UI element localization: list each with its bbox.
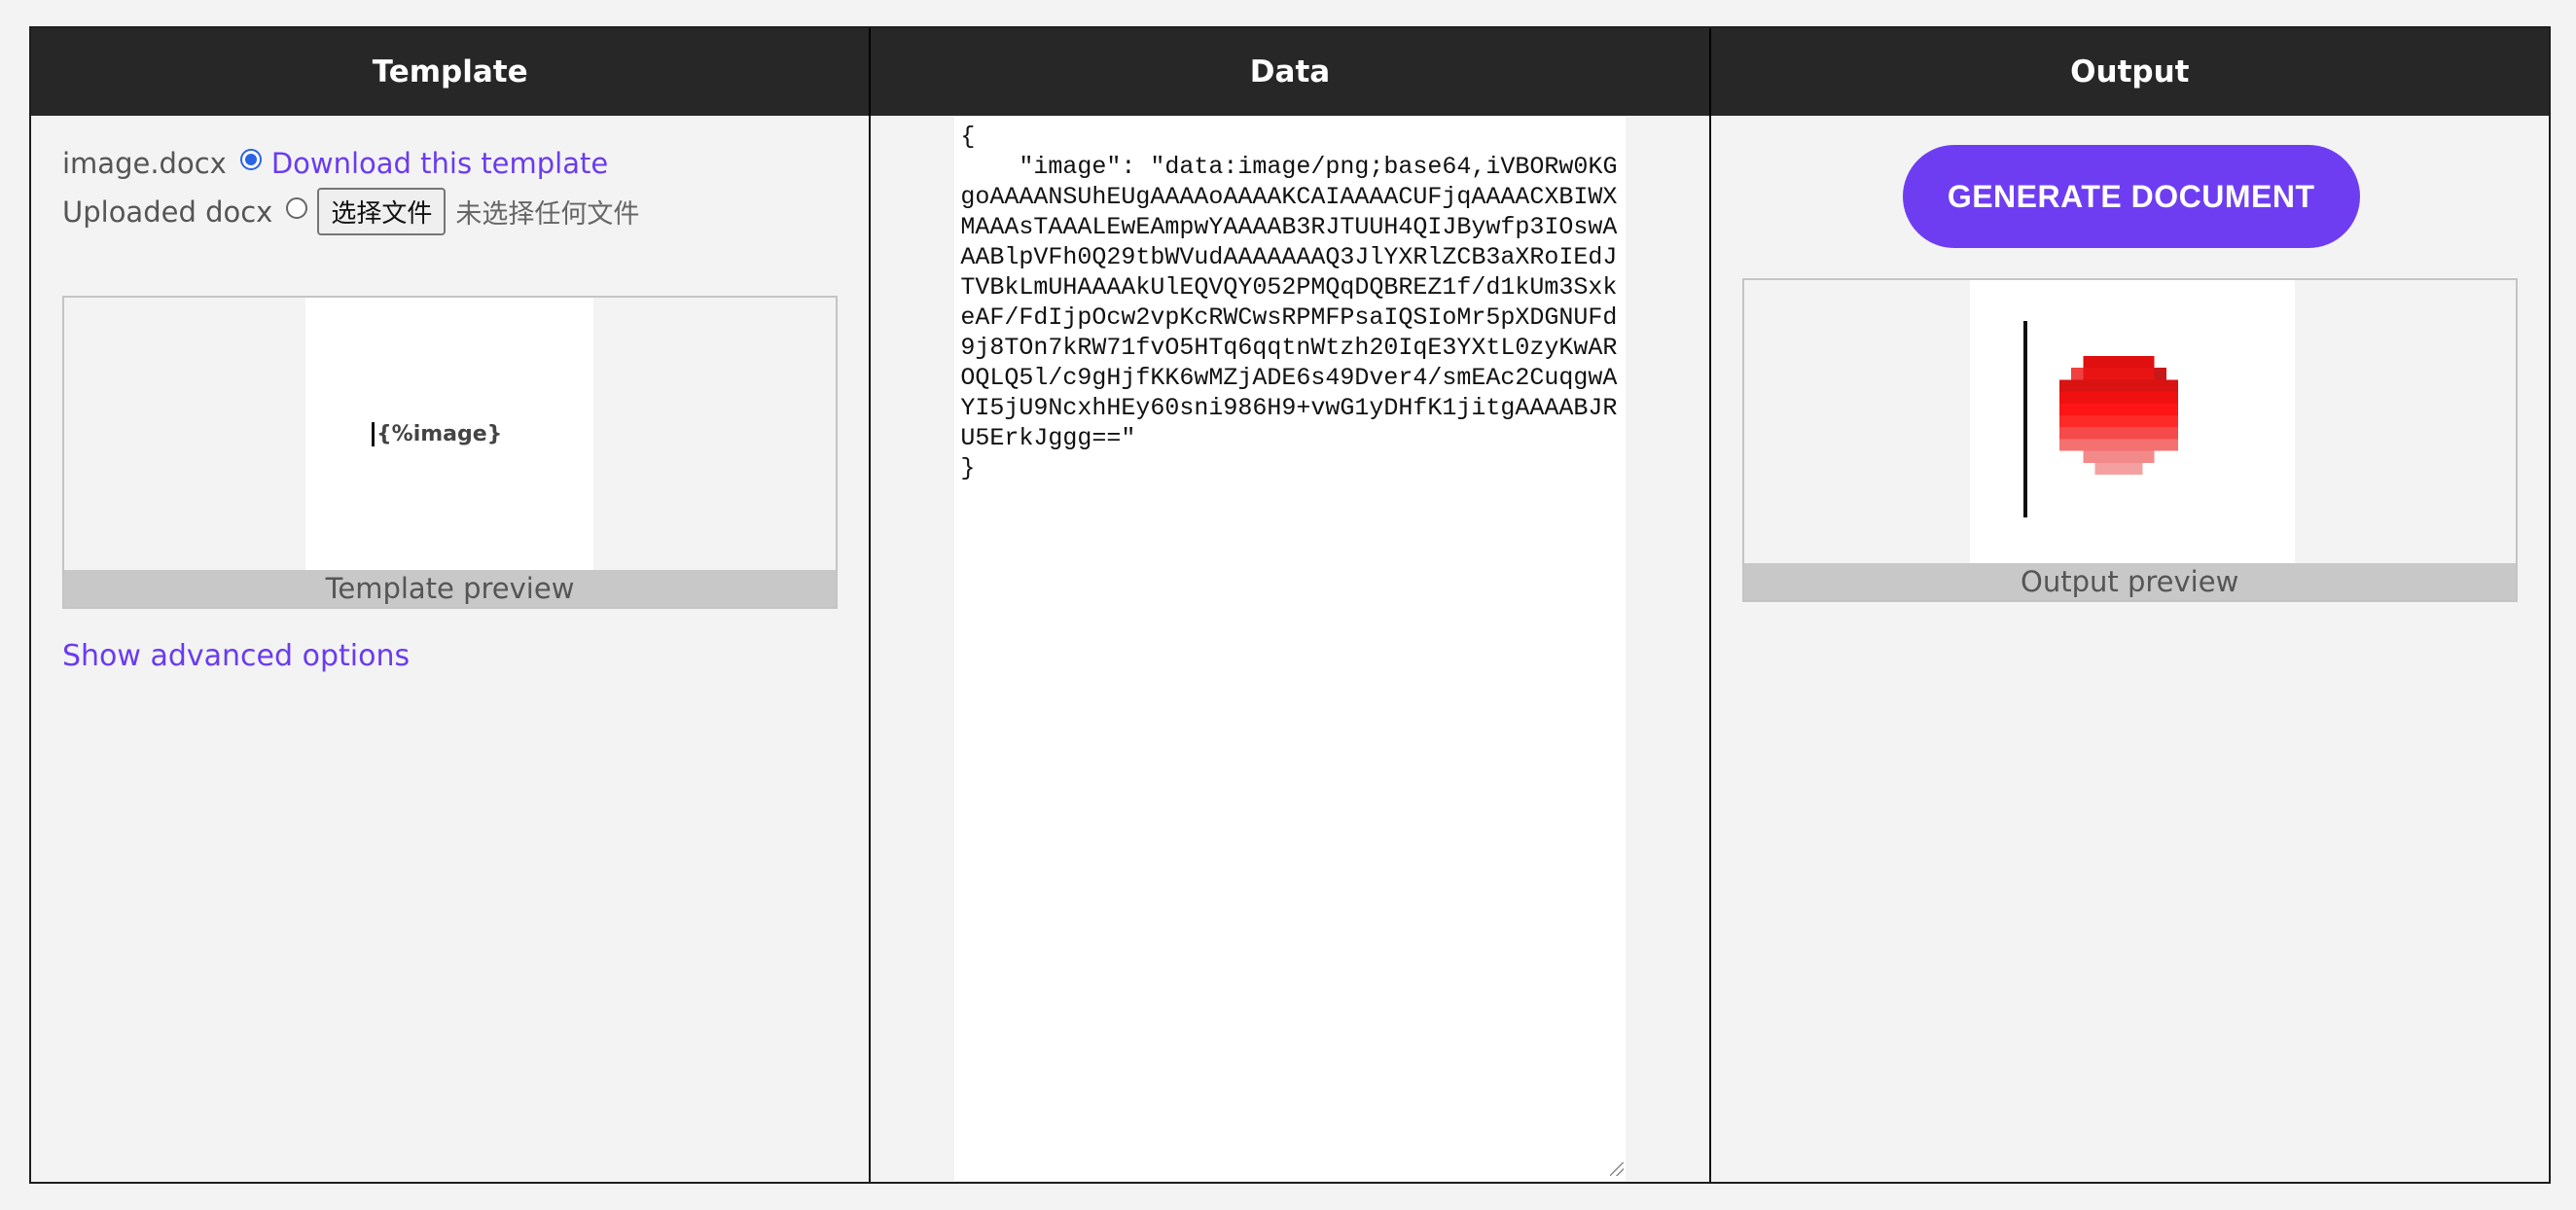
text-cursor-line <box>2022 321 2027 517</box>
template-preview-page: {%image} <box>305 298 593 572</box>
column-header-data: Data <box>869 28 1708 116</box>
table-body: image.docx Download this template Upload… <box>31 116 2549 1182</box>
template-file-name: image.docx <box>62 147 227 180</box>
template-preview: {%image} Template preview <box>62 296 838 609</box>
output-preview-caption: Output preview <box>1743 563 2516 600</box>
textarea-resize-handle[interactable] <box>1610 1162 1625 1176</box>
red-dot-image <box>2058 356 2178 475</box>
download-template-link[interactable]: Download this template <box>271 147 608 180</box>
uploaded-docx-label: Uploaded docx <box>62 195 273 229</box>
main-table: Template Data Output image.docx Download… <box>29 26 2551 1184</box>
data-json-textarea[interactable]: { "image": "data:image/png;base64,iVBORw… <box>954 116 1627 1181</box>
template-image-tag: {%image} <box>372 422 502 446</box>
template-radio-selected[interactable] <box>239 149 262 170</box>
column-header-output: Output <box>1708 28 2549 116</box>
output-preview: Output preview <box>1741 278 2518 602</box>
data-column: { "image": "data:image/png;base64,iVBORw… <box>869 116 1708 1182</box>
show-advanced-options-link[interactable]: Show advanced options <box>62 639 410 673</box>
table-header: Template Data Output <box>31 28 2549 116</box>
template-option-row: image.docx Download this template <box>62 147 608 180</box>
output-column: GENERATE DOCUMENT Output preview <box>1708 116 2549 1182</box>
generate-document-button[interactable]: GENERATE DOCUMENT <box>1902 145 2360 248</box>
choose-file-button[interactable]: 选择文件 <box>317 188 447 235</box>
no-file-chosen-text: 未选择任何文件 <box>455 199 640 230</box>
output-preview-page <box>1969 280 2295 564</box>
uploaded-option-row: Uploaded docx 选择文件 未选择任何文件 <box>62 188 639 235</box>
column-header-template: Template <box>372 54 528 89</box>
template-preview-caption: Template preview <box>64 570 836 607</box>
template-column: image.docx Download this template Upload… <box>31 116 869 1182</box>
uploaded-radio[interactable] <box>286 196 308 219</box>
